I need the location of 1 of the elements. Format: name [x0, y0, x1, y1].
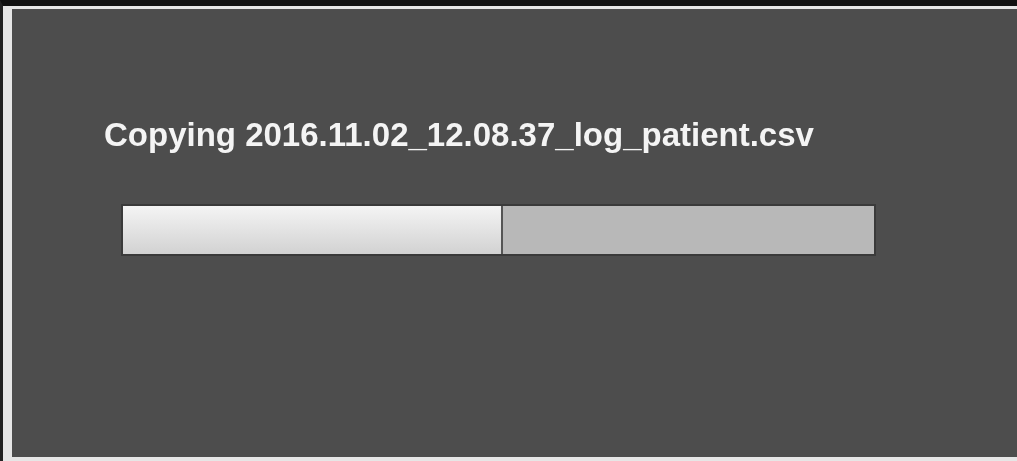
status-message: Copying 2016.11.02_12.08.37_log_patient.csv [104, 116, 814, 154]
